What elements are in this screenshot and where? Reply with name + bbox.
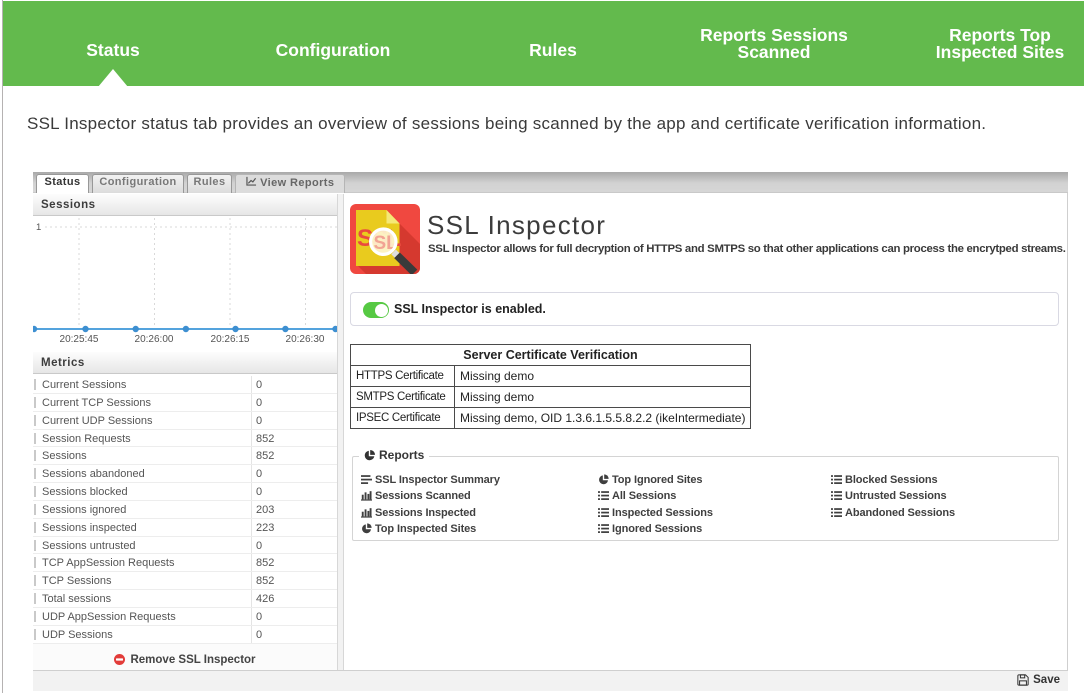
svg-text:20:25:45: 20:25:45 xyxy=(60,334,99,345)
svg-text:1: 1 xyxy=(36,222,41,233)
svg-text:20:26:30: 20:26:30 xyxy=(286,334,325,345)
svg-text:20:26:00: 20:26:00 xyxy=(135,334,174,345)
svg-text:20:26:15: 20:26:15 xyxy=(211,334,250,345)
